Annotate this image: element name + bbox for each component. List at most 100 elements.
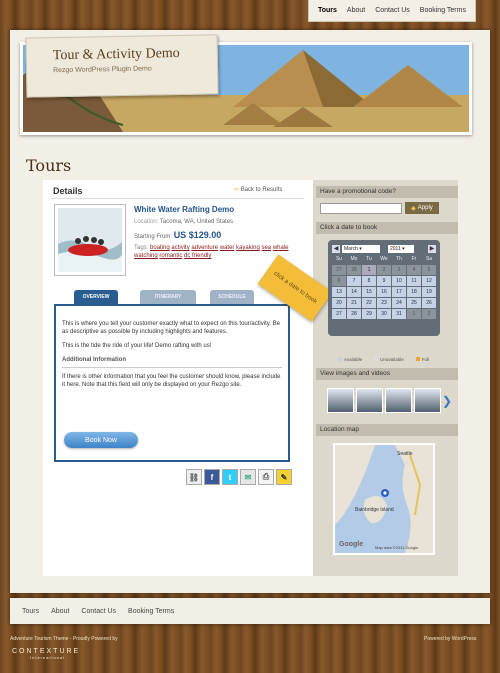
gallery-thumbnail[interactable] xyxy=(327,388,354,413)
page-title: Tours xyxy=(26,156,72,175)
site-title[interactable]: Tour & Activity Demo xyxy=(53,45,217,64)
apply-button[interactable]: ◆ Apply xyxy=(405,202,439,214)
link-icon[interactable]: ⛓ xyxy=(186,469,202,485)
calendar-day: 27 xyxy=(332,265,346,275)
map-heading: Location map xyxy=(316,424,458,436)
tag-link[interactable]: water xyxy=(220,245,235,251)
footer-credit: Adventure Tourism Theme - Proudly Powere… xyxy=(10,636,118,642)
facebook-icon[interactable]: f xyxy=(204,469,220,485)
calendar-day[interactable]: 31 xyxy=(392,309,406,319)
calendar-day[interactable]: 30 xyxy=(377,309,391,319)
footer-powered-by[interactable]: Powered by WordPress xyxy=(424,636,476,642)
print-icon[interactable]: ⎙ xyxy=(258,469,274,485)
footer-nav-contact[interactable]: Contact Us xyxy=(81,608,116,615)
footer-nav-tours[interactable]: Tours xyxy=(22,608,39,615)
tag-link[interactable]: dc friendly xyxy=(184,253,211,259)
prev-month-icon[interactable]: ◀ xyxy=(332,244,340,253)
footer-nav-booking-terms[interactable]: Booking Terms xyxy=(128,608,174,615)
next-month-icon[interactable]: ▶ xyxy=(428,244,436,253)
month-select[interactable]: March ▾ xyxy=(342,244,380,253)
calendar-day[interactable]: 22 xyxy=(362,298,376,308)
rafting-photo xyxy=(58,208,122,272)
calendar-day[interactable]: 15 xyxy=(362,287,376,297)
tour-price: Starting From: US $129.00 xyxy=(134,230,221,240)
calendar-day[interactable]: 17 xyxy=(392,287,406,297)
top-nav-tours[interactable]: Tours xyxy=(318,7,337,14)
tour-thumbnail[interactable] xyxy=(54,204,126,276)
calendar-day: 6 xyxy=(332,276,346,286)
top-nav: Tours About Contact Us Booking Terms xyxy=(308,0,476,22)
tag-link[interactable]: sea xyxy=(261,245,271,251)
calendar-day[interactable]: 26 xyxy=(422,298,436,308)
location-label: Location: xyxy=(134,219,159,225)
additional-info-heading: Additional Information xyxy=(62,357,126,363)
tour-location: Location: Tacoma, WA, United States xyxy=(134,219,233,225)
weekday-label: Sa xyxy=(425,256,433,262)
calendar-day[interactable]: 28 xyxy=(347,309,361,319)
calendar-day[interactable]: 8 xyxy=(362,276,376,286)
top-nav-about[interactable]: About xyxy=(347,7,365,14)
calendar-day[interactable]: 21 xyxy=(347,298,361,308)
booking-calendar: ◀ March ▾ 2011 ▾ ▶ Su Mo Tu We Th Fr Sa … xyxy=(328,240,440,336)
back-to-results-link[interactable]: ⇦ Back to Results xyxy=(234,186,282,193)
top-nav-contact[interactable]: Contact Us xyxy=(375,7,410,14)
tab-schedule[interactable]: SCHEDULE xyxy=(210,290,254,304)
calendar-day[interactable]: 14 xyxy=(347,287,361,297)
gallery-thumbnail[interactable] xyxy=(385,388,412,413)
tag-link[interactable]: romantic xyxy=(159,253,182,259)
tab-itinerary[interactable]: ITINERARY xyxy=(140,290,196,304)
year-value: 2011 xyxy=(390,245,401,252)
calendar-day[interactable]: 7 xyxy=(347,276,361,286)
calendar-day[interactable]: 27 xyxy=(332,309,346,319)
calendar-day[interactable]: 29 xyxy=(362,309,376,319)
calendar-legend: Available Unavailable Full xyxy=(338,357,429,362)
promo-code-input[interactable] xyxy=(320,203,402,214)
tag-link[interactable]: kayaking xyxy=(236,245,260,251)
gallery-thumbnail[interactable] xyxy=(356,388,383,413)
price-label: Starting From: xyxy=(134,234,173,240)
tag-link[interactable]: activity xyxy=(171,245,189,251)
map-attribution: Map data ©2011 Google xyxy=(375,545,419,550)
date-heading: Click a date to book xyxy=(316,222,458,234)
back-arrow-icon: ⇦ xyxy=(234,187,241,193)
calendar-day[interactable]: 16 xyxy=(377,287,391,297)
divider xyxy=(62,367,282,368)
map-image xyxy=(335,445,433,553)
calendar-day[interactable]: 10 xyxy=(392,276,406,286)
calendar-day[interactable]: 9 xyxy=(377,276,391,286)
pdf-icon[interactable]: ✎ xyxy=(276,469,292,485)
tags-label: Tags: xyxy=(134,245,149,251)
calendar-day: 1 xyxy=(362,265,376,275)
legend-label: Full xyxy=(421,357,429,362)
calendar-day[interactable]: 11 xyxy=(407,276,421,286)
tab-overview[interactable]: OVERVIEW xyxy=(74,290,118,304)
year-select[interactable]: 2011 ▾ xyxy=(388,244,414,253)
map-label: Bainbridge Island xyxy=(355,507,394,513)
top-nav-booking-terms[interactable]: Booking Terms xyxy=(420,7,466,14)
divider xyxy=(52,198,304,199)
calendar-day[interactable]: 12 xyxy=(422,276,436,286)
twitter-icon[interactable]: t xyxy=(222,469,238,485)
calendar-day[interactable]: 13 xyxy=(332,287,346,297)
calendar-day[interactable]: 23 xyxy=(377,298,391,308)
calendar-day[interactable]: 18 xyxy=(407,287,421,297)
email-icon[interactable]: ✉ xyxy=(240,469,256,485)
legend-label: Available xyxy=(344,357,363,362)
contexture-logo[interactable]: CONTEXTURE International xyxy=(12,648,80,660)
additional-info-text: If there is other information that you f… xyxy=(62,374,281,388)
footer-nav-about[interactable]: About xyxy=(51,608,69,615)
tag-link[interactable]: adventure xyxy=(191,245,218,251)
calendar-day[interactable]: 24 xyxy=(392,298,406,308)
calendar-day[interactable]: 25 xyxy=(407,298,421,308)
calendar-day[interactable]: 19 xyxy=(422,287,436,297)
tag-link[interactable]: boating xyxy=(150,245,170,251)
month-value: March xyxy=(344,245,358,252)
legend-available: Available xyxy=(338,357,362,362)
location-map[interactable]: Bainbridge Island Seattle Google Map dat… xyxy=(333,443,435,555)
weekday-label: Tu xyxy=(366,256,372,262)
gallery-thumbnail[interactable] xyxy=(414,388,441,413)
promo-heading: Have a promotional code? xyxy=(316,186,458,198)
calendar-day[interactable]: 20 xyxy=(332,298,346,308)
book-now-button[interactable]: Book Now xyxy=(64,432,138,448)
gallery-next-icon[interactable]: ❯ xyxy=(442,394,452,408)
